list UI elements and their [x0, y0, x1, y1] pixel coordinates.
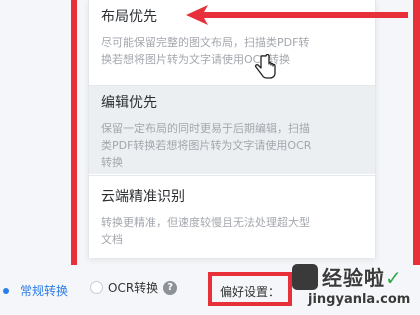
ocr-conversion-label: OCR转换: [108, 281, 159, 295]
option-title: 编辑优先: [101, 95, 157, 111]
radio-ocr-conversion[interactable]: OCR转换 ?: [90, 279, 178, 296]
radio-selected-icon: [3, 287, 9, 294]
hand-cursor-icon: [254, 54, 276, 79]
option-description: 尽可能保留完整的图文布局，扫描类PDF转 换若想将图片转为文字请使用OCR转换: [101, 36, 310, 66]
preference-settings-label[interactable]: 偏好设置：: [220, 283, 280, 300]
watermark-logo-icon: [292, 264, 318, 290]
conversion-mode-dropdown: 布局优先 尽可能保留完整的图文布局，扫描类PDF转 换若想将图片转为文字请使用O…: [88, 0, 376, 258]
option-description: 转换更精准，但速度较慢且无法处理超大型 文档: [101, 216, 310, 246]
annotation-frame-right: [413, 0, 420, 265]
watermark-url: jingyanla.com: [308, 292, 411, 307]
option-edit-priority[interactable]: 编辑优先 保留一定布局的同时更易于后期编辑，扫描 类PDF转换若想将图片转为文字…: [89, 86, 375, 174]
watermark-title: 经验啦✓: [322, 266, 403, 290]
watermark: 经验啦✓ jingyanla.com: [292, 262, 418, 314]
option-cloud-ocr[interactable]: 云端精准识别 转换更精准，但速度较慢且无法处理超大型 文档: [89, 176, 375, 252]
radio-normal-conversion[interactable]: 常规转换: [3, 282, 68, 299]
option-title: 云端精准识别: [101, 189, 185, 205]
normal-conversion-label: 常规转换: [20, 284, 69, 298]
annotation-arrow: [186, 5, 408, 25]
radio-unselected-icon: [90, 281, 103, 294]
option-description: 保留一定布局的同时更易于后期编辑，扫描 类PDF转换若想将图片转为文字请使用OC…: [101, 122, 312, 169]
help-icon[interactable]: ?: [163, 280, 178, 295]
